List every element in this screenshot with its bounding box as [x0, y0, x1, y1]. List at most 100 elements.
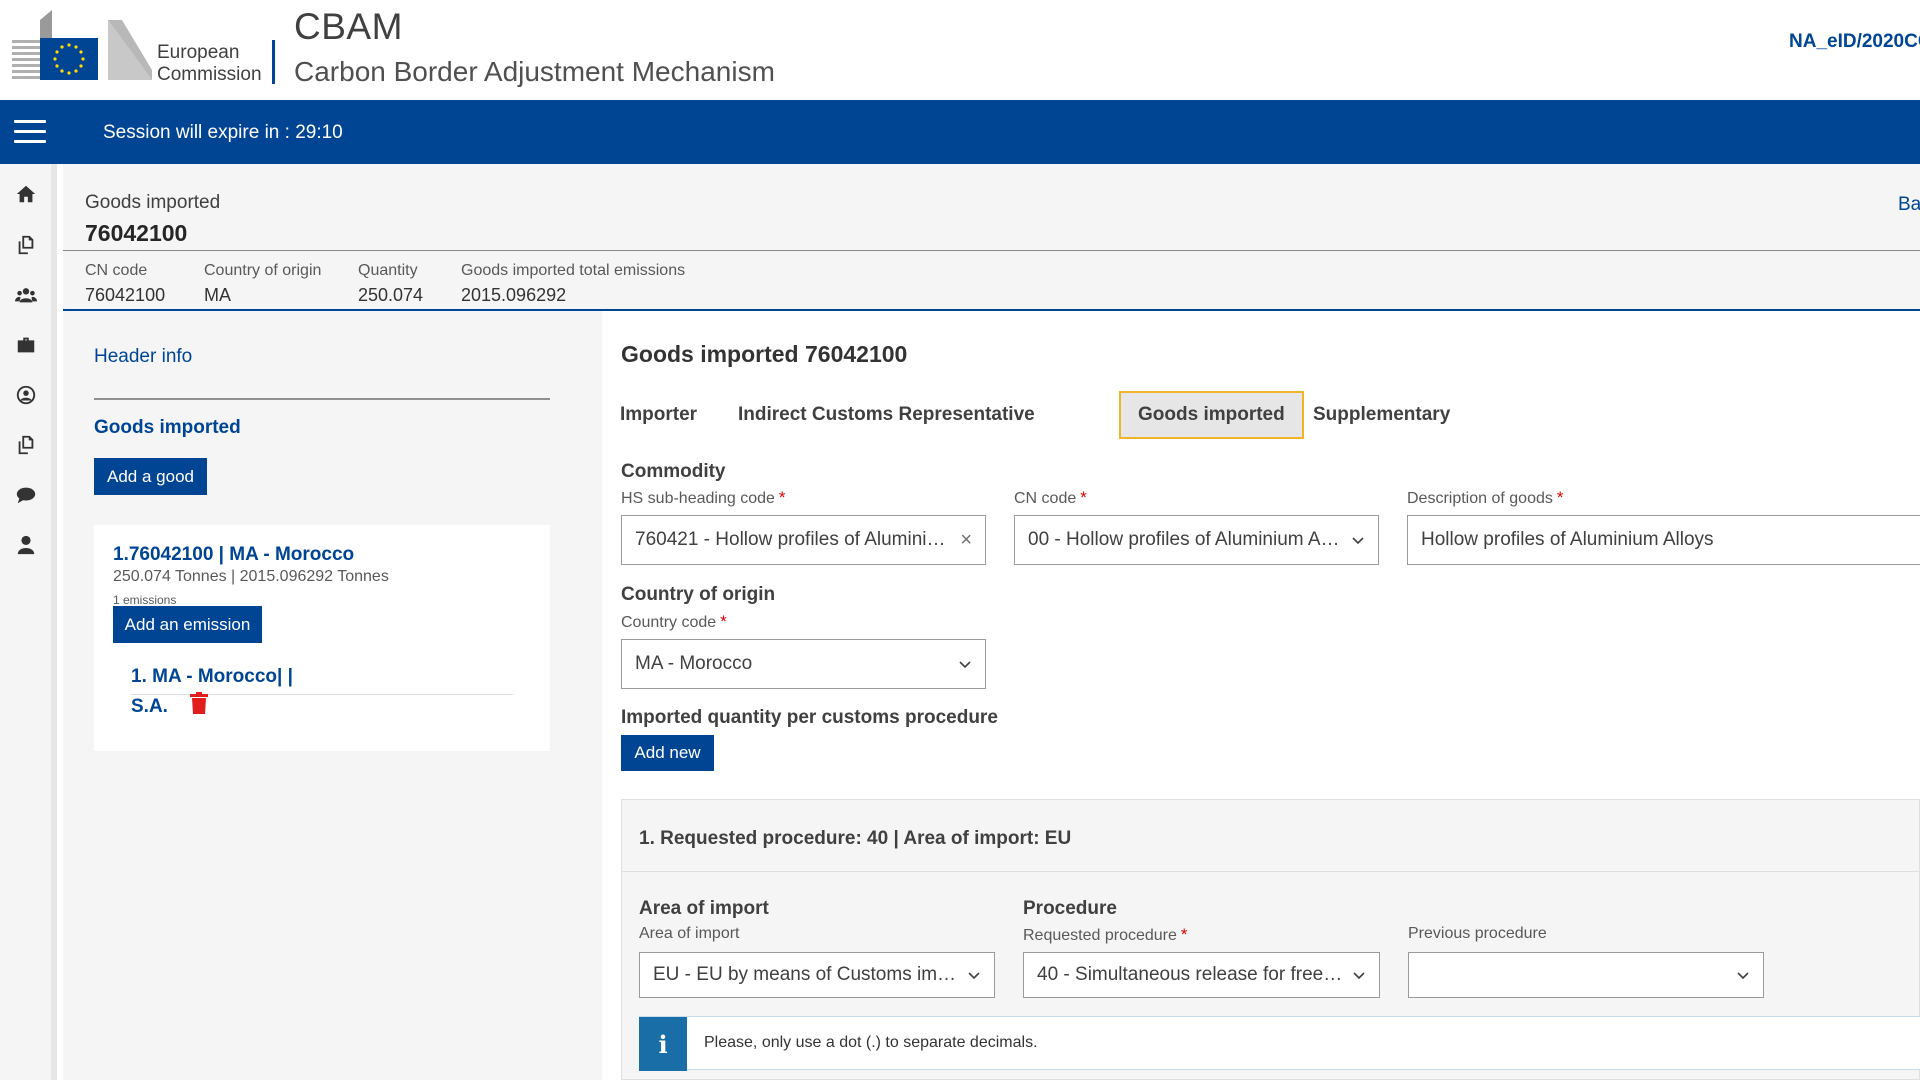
- page-title: 76042100: [85, 220, 188, 246]
- logo-divider: [272, 40, 275, 84]
- logo-text-line2: Commission: [157, 64, 262, 85]
- briefcase-icon[interactable]: [0, 320, 51, 370]
- form-title: Goods imported 76042100: [621, 341, 908, 367]
- chevron-down-icon: [959, 661, 971, 669]
- area-of-import-select[interactable]: EU - EU by means of Customs imp…: [639, 952, 995, 998]
- logo-text-line1: European: [157, 42, 240, 63]
- main-content: Goods imported 76042100 Ba CN code 76042…: [63, 164, 1920, 1080]
- top-header: European Commission CBAM Carbon Border A…: [0, 0, 1920, 100]
- country-code-label: Country code *: [621, 612, 727, 632]
- summary-cn-value: 76042100: [85, 285, 166, 305]
- required-marker: *: [720, 612, 727, 631]
- summary-emissions-label: Goods imported total emissions: [461, 262, 686, 279]
- country-of-origin-heading: Country of origin: [621, 584, 776, 605]
- cn-code-value: 00 - Hollow profiles of Aluminium All…: [1028, 529, 1343, 550]
- good-title-link[interactable]: 1.76042100 | MA - Morocco: [113, 544, 354, 566]
- description-label: Description of goods *: [1407, 488, 1563, 508]
- goods-form-panel: Goods imported 76042100 Importer Indirec…: [602, 311, 1920, 1080]
- session-bar: Session will expire in : 29:10: [0, 100, 1920, 164]
- hs-code-value: 760421 - Hollow profiles of Alumini…: [635, 529, 946, 550]
- header-info-link[interactable]: Header info: [94, 346, 192, 368]
- requested-procedure-select[interactable]: 40 - Simultaneous release for free c…: [1023, 952, 1380, 998]
- trash-icon[interactable]: [189, 692, 209, 714]
- app-title: CBAM: [294, 6, 403, 47]
- requested-procedure-value: 40 - Simultaneous release for free c…: [1037, 964, 1344, 985]
- description-label-text: Description of goods: [1407, 490, 1553, 507]
- required-marker: *: [1180, 925, 1188, 944]
- documents-icon[interactable]: [0, 220, 51, 270]
- home-icon[interactable]: [0, 169, 51, 219]
- requested-procedure-label-text: Requested procedure: [1023, 927, 1177, 944]
- user-id-link[interactable]: NA_eID/2020CC: [1789, 31, 1920, 53]
- copy-icon[interactable]: [0, 420, 51, 470]
- decimal-info-message: i Please, only use a dot (.) to separate…: [639, 1016, 1920, 1071]
- imported-quantity-heading: Imported quantity per customs procedure: [621, 707, 998, 728]
- european-commission-wordmark: European Commission: [157, 42, 262, 86]
- session-timer: Session will expire in : 29:10: [103, 122, 343, 143]
- chat-icon[interactable]: [0, 470, 51, 520]
- page-section-label: Goods imported: [85, 192, 221, 213]
- chevron-down-icon: [968, 972, 980, 980]
- good-quantities: 250.074 Tonnes | 2015.096292 Tonnes: [113, 568, 389, 585]
- summary-emissions-value: 2015.096292: [461, 285, 567, 305]
- summary-origin-label: Country of origin: [204, 262, 322, 279]
- goods-imported-heading[interactable]: Goods imported: [94, 417, 241, 439]
- summary-cn-label: CN code: [85, 262, 148, 279]
- chevron-down-icon: [1352, 537, 1364, 545]
- required-marker: *: [1080, 488, 1087, 507]
- hamburger-menu-icon[interactable]: [14, 120, 46, 144]
- person-icon[interactable]: [0, 520, 51, 570]
- previous-procedure-select[interactable]: [1408, 952, 1764, 998]
- required-marker: *: [778, 488, 786, 507]
- hs-code-label-text: HS sub-heading code: [621, 490, 775, 507]
- hs-code-label: HS sub-heading code *: [621, 488, 786, 508]
- users-icon[interactable]: [0, 270, 51, 320]
- left-navigation-panel: Header info Goods imported Add a good 1.…: [63, 311, 601, 1080]
- good-card: 1.76042100 | MA - Morocco 250.074 Tonnes…: [94, 525, 550, 751]
- cn-code-label: CN code *: [1014, 488, 1087, 508]
- summary-divider: [63, 250, 1920, 251]
- tab-supplementary[interactable]: Supplementary: [1296, 391, 1467, 439]
- summary-origin: Country of origin MA: [204, 262, 321, 306]
- tab-importer[interactable]: Importer: [603, 391, 714, 439]
- back-link[interactable]: Ba: [1898, 194, 1920, 216]
- clear-icon[interactable]: ×: [960, 529, 972, 552]
- left-panel-divider: [94, 398, 550, 400]
- info-message-text: Please, only use a dot (.) to separate d…: [704, 1034, 1038, 1051]
- procedure-card: 1. Requested procedure: 40 | Area of imp…: [621, 799, 1920, 1080]
- chevron-down-icon: [1737, 972, 1749, 980]
- area-of-import-value: EU - EU by means of Customs imp…: [653, 964, 959, 985]
- required-marker: *: [1556, 488, 1564, 507]
- procedure-card-title: 1. Requested procedure: 40 | Area of imp…: [639, 828, 1072, 849]
- add-good-button[interactable]: Add a good: [94, 458, 207, 495]
- hs-code-select[interactable]: 760421 - Hollow profiles of Alumini… ×: [621, 515, 986, 565]
- area-of-import-heading: Area of import: [639, 898, 769, 919]
- requested-procedure-label: Requested procedure *: [1023, 925, 1188, 945]
- previous-procedure-label: Previous procedure: [1408, 925, 1547, 942]
- good-emissions-count: 1 emissions: [113, 593, 177, 607]
- country-code-label-text: Country code: [621, 614, 717, 631]
- add-new-button[interactable]: Add new: [621, 735, 714, 771]
- procedure-heading: Procedure: [1023, 898, 1117, 919]
- country-code-select[interactable]: MA - Morocco: [621, 639, 986, 689]
- summary-cn: CN code 76042100: [85, 262, 165, 306]
- cn-code-label-text: CN code: [1014, 490, 1077, 507]
- summary-emissions: Goods imported total emissions 2015.0962…: [461, 262, 685, 306]
- tab-goods-imported[interactable]: Goods imported: [1119, 391, 1304, 439]
- summary-origin-value: MA: [204, 285, 231, 305]
- app-subtitle: Carbon Border Adjustment Mechanism: [294, 56, 775, 87]
- commodity-heading: Commodity: [621, 461, 726, 482]
- account-icon[interactable]: [0, 370, 51, 420]
- cn-code-select[interactable]: 00 - Hollow profiles of Aluminium All…: [1014, 515, 1379, 565]
- country-code-value: MA - Morocco: [635, 653, 753, 674]
- description-input[interactable]: Hollow profiles of Aluminium Alloys: [1407, 515, 1920, 565]
- emission-item-link[interactable]: 1. MA - Morocco| | S.A.: [131, 662, 293, 722]
- tab-indirect-customs-representative[interactable]: Indirect Customs Representative: [721, 391, 1052, 439]
- add-emission-button[interactable]: Add an emission: [113, 606, 262, 643]
- procedure-card-header[interactable]: 1. Requested procedure: 40 | Area of imp…: [622, 800, 1920, 872]
- summary-quantity-label: Quantity: [358, 262, 418, 279]
- area-of-import-label: Area of import: [639, 925, 740, 942]
- summary-quantity: Quantity 250.074: [358, 262, 423, 306]
- description-value: Hollow profiles of Aluminium Alloys: [1421, 529, 1714, 550]
- side-rail: [0, 164, 57, 1080]
